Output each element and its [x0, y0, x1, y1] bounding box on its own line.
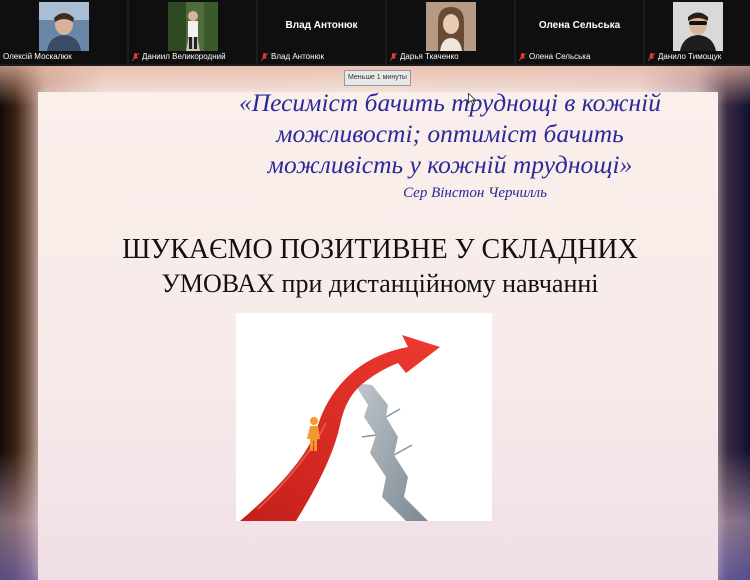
slide-quote: «Песиміст бачить труднощі в кожній можли…: [150, 87, 750, 180]
participant-name: Влад Антонюк: [271, 52, 325, 61]
red-arrow-over-crack-image: [236, 313, 492, 521]
quote-line: можливість у кожній труднощі»: [267, 150, 633, 179]
quote-line: можливості; оптиміст бачить: [276, 119, 624, 148]
participant-caption: Влад Антонюк: [260, 52, 325, 61]
slide-headline: ШУКАЄМО ПОЗИТИВНЕ У СКЛАДНИХ УМОВАХ при …: [80, 233, 680, 301]
mic-muted-icon: [647, 52, 656, 61]
quote-line: «Песиміст бачить труднощі в кожній: [238, 88, 662, 117]
participant-caption: Даниил Великородний: [131, 52, 226, 61]
participant-video: [672, 2, 723, 51]
participant-name: Олена Сельська: [529, 52, 591, 61]
headline-rest: при дистанційному навчанні: [275, 269, 599, 298]
mic-muted-icon: [260, 52, 269, 61]
headline-line: УМОВАХ при дистанційному навчанні: [80, 267, 680, 301]
headline-caps: УМОВАХ: [161, 269, 276, 298]
participant-tile[interactable]: Влад Антонюк Влад Антонюк: [258, 0, 385, 64]
participant-caption: Олена Сельська: [518, 52, 591, 61]
participant-strip: Олексій Москалюк Даниил Великородний Вла…: [0, 0, 750, 66]
mic-muted-icon: [131, 52, 140, 61]
participant-name: Даниил Великородний: [142, 52, 226, 61]
participant-name: Дарья Ткаченко: [400, 52, 459, 61]
participant-tile[interactable]: Данило Тимощук: [645, 0, 750, 64]
participant-tile[interactable]: Даниил Великородний: [129, 0, 256, 64]
participant-tile[interactable]: Олена Сельська Олена Сельська: [516, 0, 643, 64]
participant-video: [425, 2, 476, 51]
participant-video: [38, 2, 89, 51]
participant-display-name: Олена Сельська: [538, 20, 621, 31]
participant-name: Олексій Москалюк: [3, 52, 72, 61]
participant-tile[interactable]: Олексій Москалюк: [0, 0, 127, 64]
video-conference-window: Олексій Москалюк Даниил Великородний Вла…: [0, 0, 750, 580]
headline-line: ШУКАЄМО ПОЗИТИВНЕ У СКЛАДНИХ: [122, 234, 638, 265]
participant-video: [167, 2, 218, 51]
participant-caption: Олексій Москалюк: [3, 52, 72, 61]
participant-caption: Дарья Ткаченко: [389, 52, 459, 61]
duration-tooltip: Меньше 1 минуты: [344, 70, 411, 86]
participant-tile[interactable]: Дарья Ткаченко: [387, 0, 514, 64]
participant-display-name: Влад Антонюк: [285, 20, 358, 31]
mouse-cursor-icon: [468, 92, 477, 106]
participant-name: Данило Тимощук: [658, 52, 722, 61]
slide-illustration: [236, 313, 492, 521]
mic-muted-icon: [389, 52, 398, 61]
mic-muted-icon: [518, 52, 527, 61]
quote-author: Сер Вінстон Черчилль: [403, 185, 547, 201]
participant-caption: Данило Тимощук: [647, 52, 722, 61]
